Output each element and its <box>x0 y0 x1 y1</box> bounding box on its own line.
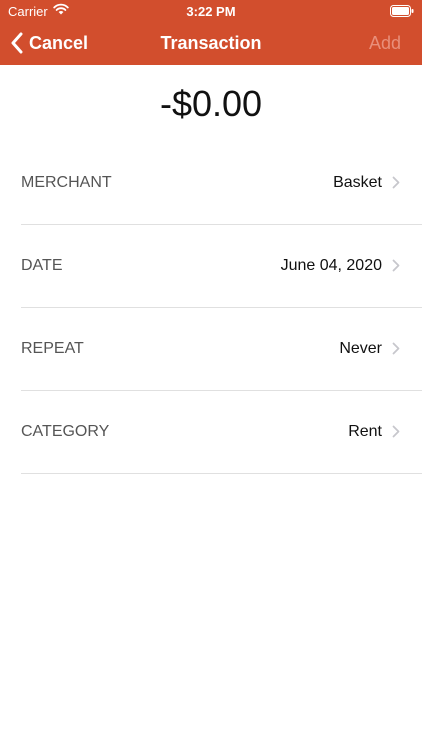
transaction-screen: Carrier 3:22 PM Cancel Transaction Add -… <box>0 0 422 750</box>
status-time: 3:22 PM <box>186 4 236 19</box>
page-title: Transaction <box>160 33 262 53</box>
status-bar: Carrier 3:22 PM <box>0 0 422 22</box>
category-label: CATEGORY <box>21 423 110 440</box>
chevron-right-icon <box>392 425 400 438</box>
date-value: June 04, 2020 <box>280 257 382 274</box>
merchant-row[interactable]: MERCHANT Basket <box>21 142 422 225</box>
amount-field[interactable]: -$0.00 <box>0 83 422 125</box>
repeat-value: Never <box>339 340 382 357</box>
date-label: DATE <box>21 257 63 274</box>
repeat-label: REPEAT <box>21 340 84 357</box>
nav-bar: Cancel Transaction Add <box>0 22 422 65</box>
category-value: Rent <box>348 423 382 440</box>
battery-icon <box>390 5 414 17</box>
repeat-row[interactable]: REPEAT Never <box>21 308 422 391</box>
transaction-fields-list: MERCHANT Basket DATE June 04, 2020 REPEA… <box>0 142 422 474</box>
date-row[interactable]: DATE June 04, 2020 <box>21 225 422 308</box>
category-row[interactable]: CATEGORY Rent <box>21 391 422 474</box>
header: Carrier 3:22 PM Cancel Transaction Add <box>0 0 422 65</box>
add-button[interactable]: Add <box>369 33 401 54</box>
chevron-right-icon <box>392 259 400 272</box>
merchant-label: MERCHANT <box>21 174 112 191</box>
chevron-right-icon <box>392 342 400 355</box>
merchant-value: Basket <box>333 174 382 191</box>
chevron-right-icon <box>392 176 400 189</box>
